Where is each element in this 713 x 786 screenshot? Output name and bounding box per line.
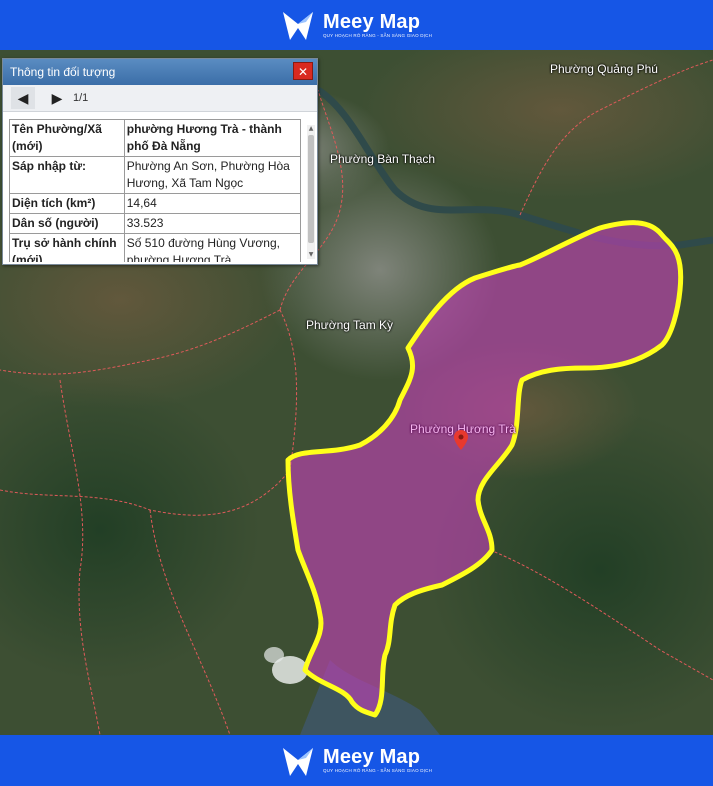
brand-logo: Meey Map QUY HOẠCH RÕ RÀNG - SẴN SÀNG GI… — [281, 8, 432, 42]
object-info-panel: Thông tin đối tượng ✕ ◀ ▶ 1/1 Tên Phường… — [2, 58, 318, 265]
pager-count: 1/1 — [73, 92, 89, 104]
meey-logo-icon — [282, 747, 313, 776]
table-row: Sáp nhập từ: Phường An Sơn, Phường Hòa H… — [9, 156, 301, 194]
brand-name: Meey Map — [322, 10, 421, 33]
panel-title: Thông tin đối tượng — [10, 65, 116, 79]
row-key: Sáp nhập từ: — [9, 156, 125, 194]
brand-tagline: QUY HOẠCH RÕ RÀNG - SẴN SÀNG GIAO DỊCH — [322, 768, 433, 773]
pager: ◀ ▶ 1/1 — [3, 85, 317, 112]
scroll-thumb[interactable] — [308, 135, 314, 243]
row-value: Số 510 đường Hùng Vương, phường Hương Tr… — [123, 233, 301, 262]
panel-scrollbar[interactable]: ▲ ▼ — [307, 125, 315, 259]
row-value-text: phường Hương Trà - thành phố Đà Nẵng — [126, 122, 282, 153]
scroll-down-icon[interactable]: ▼ — [307, 251, 315, 259]
table-row: Tên Phường/Xã (mới) phường Hương Trà - t… — [9, 119, 301, 157]
prev-arrow-icon[interactable]: ◀ — [11, 87, 35, 109]
info-table: Tên Phường/Xã (mới) phường Hương Trà - t… — [9, 119, 301, 262]
table-row: Diện tích (km²) 14,64 — [9, 193, 301, 214]
next-arrow-icon[interactable]: ▶ — [45, 87, 69, 109]
location-pin-icon[interactable] — [454, 430, 468, 450]
scroll-up-icon[interactable]: ▲ — [307, 125, 315, 133]
close-icon[interactable]: ✕ — [293, 62, 313, 80]
row-value: Phường An Sơn, Phường Hòa Hương, Xã Tam … — [123, 156, 301, 194]
brand-tagline: QUY HOẠCH RÕ RÀNG - SẴN SÀNG GIAO DỊCH — [322, 32, 433, 38]
label-phuong-ban-thach: Phường Bàn Thạch — [330, 152, 436, 166]
label-phuong-quang-phu: Phường Quảng Phú — [550, 62, 658, 76]
top-banner: Meey Map QUY HOẠCH RÕ RÀNG - SẴN SÀNG GI… — [0, 0, 713, 50]
row-value: 33.523 — [123, 213, 301, 234]
table-row: Trụ sở hành chính (mới) Số 510 đường Hùn… — [9, 233, 301, 262]
row-key: Dân số (người) — [9, 213, 125, 234]
info-table-container[interactable]: Tên Phường/Xã (mới) phường Hương Trà - t… — [9, 119, 301, 262]
panel-header: Thông tin đối tượng ✕ — [3, 59, 317, 85]
row-key: Trụ sở hành chính (mới) — [9, 233, 125, 262]
brand-logo: Meey Map QUY HOẠCH RÕ RÀNG - SẴN SÀNG GI… — [281, 744, 432, 778]
row-value: 14,64 — [123, 193, 301, 214]
table-row: Dân số (người) 33.523 — [9, 213, 301, 234]
bottom-banner: Meey Map QUY HOẠCH RÕ RÀNG - SẴN SÀNG GI… — [0, 735, 713, 786]
row-key: Diện tích (km²) — [9, 193, 125, 214]
row-value: phường Hương Trà - thành phố Đà Nẵng — [123, 119, 301, 157]
brand-name: Meey Map — [322, 746, 421, 768]
row-key: Tên Phường/Xã (mới) — [9, 119, 125, 157]
meey-logo-icon — [282, 12, 313, 40]
label-phuong-tam-ky: Phường Tam Kỳ — [306, 318, 394, 332]
